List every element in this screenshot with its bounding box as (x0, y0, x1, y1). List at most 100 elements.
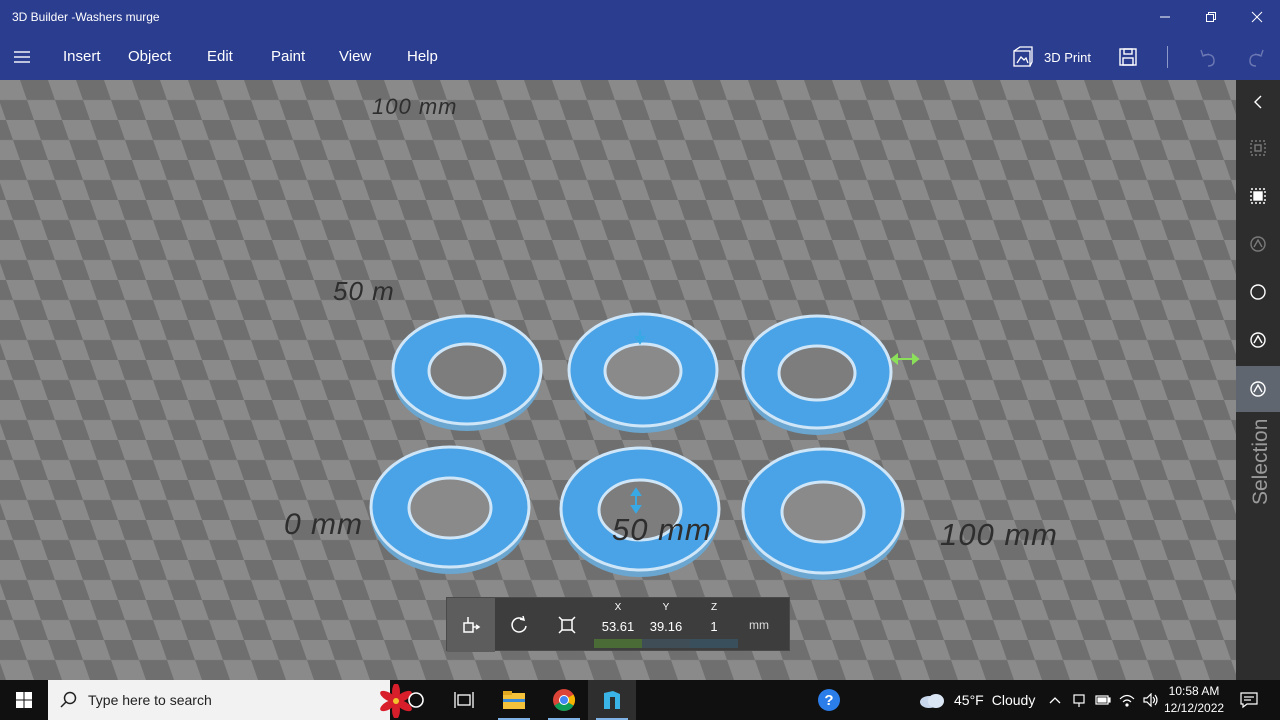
weather-condition: Cloudy (991, 692, 1036, 708)
menu-edit[interactable]: Edit (207, 48, 233, 65)
window-title: 3D Builder -Washers murge (12, 10, 160, 24)
move-icon (463, 617, 481, 633)
x-coordinate-field[interactable]: X 53.61 (594, 598, 642, 652)
y-coordinate-field[interactable]: Y 39.16 (642, 598, 690, 652)
undo-button[interactable] (1196, 45, 1220, 69)
windows-logo-icon (16, 692, 32, 708)
taskbar: Type here to search ? 45°F Cloudy 10:58 … (0, 680, 1280, 720)
menu-help[interactable]: Help (407, 48, 438, 65)
restore-icon (1206, 11, 1216, 22)
select-parts-button[interactable] (1236, 126, 1280, 170)
chevron-up-icon (1049, 697, 1061, 704)
z-label: Z (710, 602, 718, 613)
wifi-icon (1119, 694, 1135, 707)
3d-print-label: 3D Print (1044, 49, 1091, 65)
select-faces-icon (1250, 236, 1266, 252)
y-axis-color-bar (642, 639, 690, 648)
cortana-button[interactable] (392, 680, 440, 720)
file-explorer-button[interactable] (490, 680, 538, 720)
axis-label-100mm-right: 100 mm (940, 517, 1058, 552)
transform-toolbar: X 53.61 Y 39.16 Z 1 mm (446, 597, 790, 652)
chrome-icon (553, 689, 575, 711)
menu-view[interactable]: View (339, 48, 371, 65)
svg-text:?: ? (824, 692, 833, 709)
move-tool-button[interactable] (447, 598, 495, 652)
3d-builder-icon (604, 691, 620, 709)
menu-object[interactable]: Object (128, 48, 171, 65)
rotate-icon (511, 615, 527, 633)
menu-bar: Insert Object Edit Paint View Help 3D Pr… (0, 33, 1280, 80)
select-parts-icon (1250, 140, 1266, 156)
show-hidden-icons-button[interactable] (1044, 680, 1066, 720)
battery-indicator[interactable] (1092, 680, 1114, 720)
weather-temperature: 45°F (954, 692, 984, 708)
3d-print-button[interactable]: 3D Print (1012, 43, 1091, 71)
start-button[interactable] (0, 680, 48, 720)
save-button[interactable] (1116, 45, 1140, 69)
x-label: X (614, 602, 622, 613)
unit-selector[interactable]: mm (749, 618, 769, 632)
title-bar: 3D Builder -Washers murge (0, 0, 1280, 33)
washer-object[interactable] (741, 447, 905, 580)
help-icon: ? (818, 689, 840, 711)
axis-label-0mm: 0 mm (284, 508, 363, 541)
rotate-tool-button[interactable] (495, 598, 543, 652)
chevron-left-icon (1254, 95, 1262, 109)
taskbar-clock[interactable]: 10:58 AM 12/12/2022 (1164, 683, 1224, 717)
axis-label-100mm-top: 100 mm (372, 94, 458, 119)
taskbar-search-box[interactable]: Type here to search (48, 680, 412, 720)
network-indicator[interactable] (1116, 680, 1138, 720)
help-button[interactable]: ? (805, 680, 853, 720)
search-placeholder: Type here to search (88, 692, 212, 708)
search-icon (60, 691, 77, 708)
meet-now-button[interactable] (1068, 680, 1090, 720)
right-toolbar (1236, 80, 1280, 680)
washer-object[interactable] (369, 445, 531, 574)
3d-print-icon (1013, 46, 1033, 67)
z-coordinate-field[interactable]: Z 1 (690, 598, 738, 652)
select-faces-button[interactable] (1236, 222, 1280, 266)
x-axis-color-bar (594, 639, 642, 648)
speaker-icon (1143, 693, 1158, 707)
cloud-icon (920, 694, 944, 708)
redo-button[interactable] (1244, 45, 1268, 69)
axis-label-50mm: 50 mm (612, 512, 712, 547)
3d-viewport[interactable]: 100 mm 50 m 0 mm 50 mm 100 mm (0, 80, 1236, 680)
scale-icon (558, 616, 576, 634)
select-all-button[interactable] (1236, 318, 1280, 362)
deselect-button[interactable] (1236, 270, 1280, 314)
washer-object[interactable] (391, 314, 543, 431)
scale-tool-button[interactable] (543, 598, 591, 652)
chrome-button[interactable] (540, 680, 588, 720)
menu-paint[interactable]: Paint (271, 48, 305, 65)
menu-insert[interactable]: Insert (63, 48, 101, 65)
selection-mode-icon (1250, 381, 1266, 397)
camera-icon (1073, 694, 1085, 707)
weather-widget[interactable]: 45°F Cloudy (918, 680, 1035, 720)
task-view-button[interactable] (440, 680, 488, 720)
washer-object[interactable] (567, 312, 719, 433)
hamburger-menu-button[interactable] (12, 47, 32, 67)
minimize-button[interactable] (1142, 0, 1188, 33)
task-view-icon (454, 692, 474, 708)
select-objects-button[interactable] (1236, 174, 1280, 218)
minimize-icon (1160, 16, 1170, 17)
battery-icon (1095, 695, 1111, 705)
undo-icon (1200, 49, 1215, 67)
close-button[interactable] (1234, 0, 1280, 33)
restore-button[interactable] (1188, 0, 1234, 33)
notifications-button[interactable] (1234, 680, 1264, 720)
cortana-icon (408, 692, 424, 708)
hamburger-icon (14, 51, 30, 63)
folder-icon (503, 691, 525, 709)
volume-indicator[interactable] (1140, 680, 1162, 720)
z-value: 1 (710, 619, 718, 634)
3d-builder-taskbar-button[interactable] (588, 680, 636, 720)
collapse-panel-button[interactable] (1236, 80, 1280, 124)
selection-panel-label[interactable]: Selection (1246, 412, 1276, 512)
selection-mode-button[interactable] (1236, 366, 1280, 412)
redo-icon (1249, 49, 1264, 67)
notification-icon (1240, 692, 1258, 709)
z-axis-color-bar (690, 639, 738, 648)
washer-object[interactable] (741, 314, 893, 435)
